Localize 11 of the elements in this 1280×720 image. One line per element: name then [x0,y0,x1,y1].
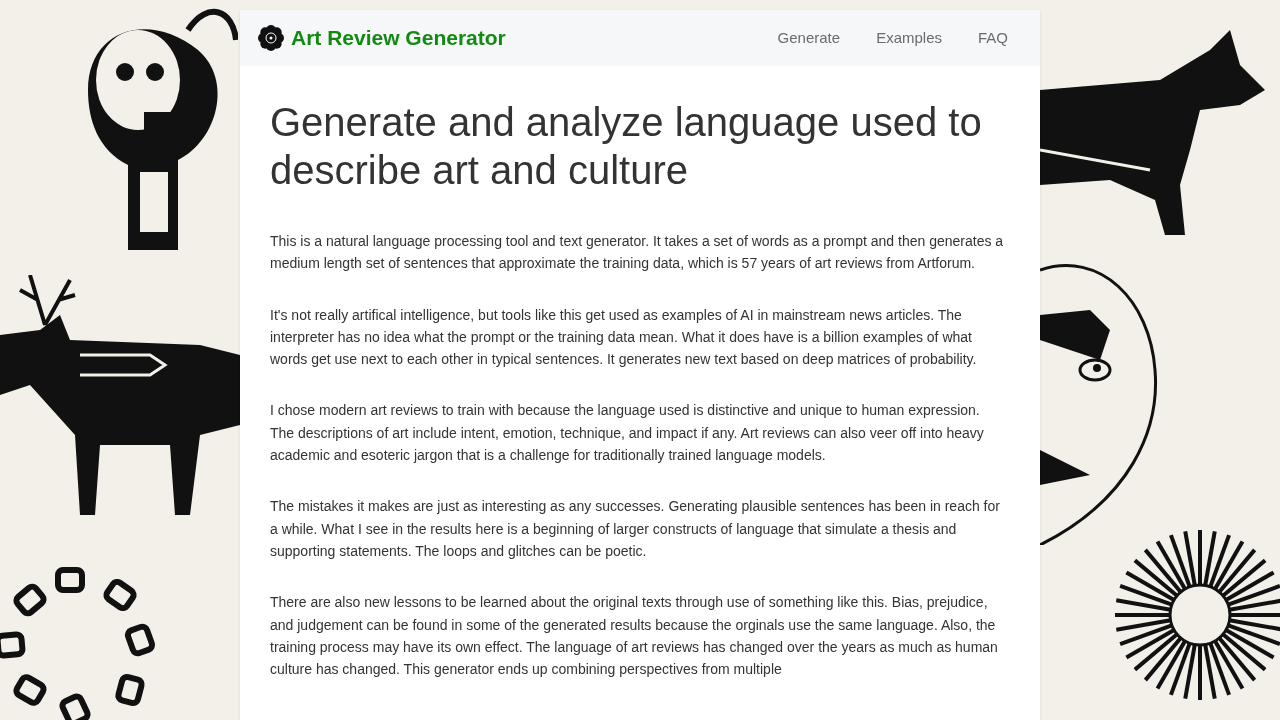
intro-paragraph: This is a natural language processing tool and text generator. It takes a set of words as a prompt and then generates a medium length set of sentences that approximate the training data, which is 57 years of art reviews from Artforum. [270,232,1005,274]
site-title-link[interactable]: Art Review Generator [291,22,506,54]
nav-link[interactable]: FAQ [978,26,1008,50]
nav-link[interactable]: Examples [876,26,942,50]
page-heading: Generate and analyze language used to describe art and culture [270,99,983,194]
intro-paragraph: The mistakes it makes are just as interesting as any successes. Generating plausible sentences has been in reach for a while. What I see in the results here is a beginning of larger constructs of language that simulate a thesis and supporting statements. The loops and glitches can be poetic. [270,497,1001,561]
intro-paragraph: I chose modern art reviews to train with because the language used is distinctive and unique to human expression. The descriptions of art include intent, emotion, technique, and impact if any. Art reviews can also veer off into heavy academic and esoteric jargon that is a challenge for traditionally trained language models. [270,401,985,466]
flower-logo-icon [258,25,284,51]
intro-paragraph: There are also new lessons to be learned about the original texts through use of something like this. Bias, prejudice, and judgement can be found in some of the generated results because the orginals use the same language. Also, the training process may have its own effect. The language of art reviews has changed over the years as much as human culture has changed. This generator ends up combining perspectives from multiple [270,593,999,680]
intro-paragraph: It's not really artifical intelligence, but tools like this get used as examples of AI in mainstream news articles. The interpreter has no idea what the prompt or the training data mean. What it does have is a billion examples of what words get use next to each other in typical sentences. It generates new text based on deep matrices of probability. [270,305,978,370]
nav-link[interactable]: Generate [777,26,841,50]
